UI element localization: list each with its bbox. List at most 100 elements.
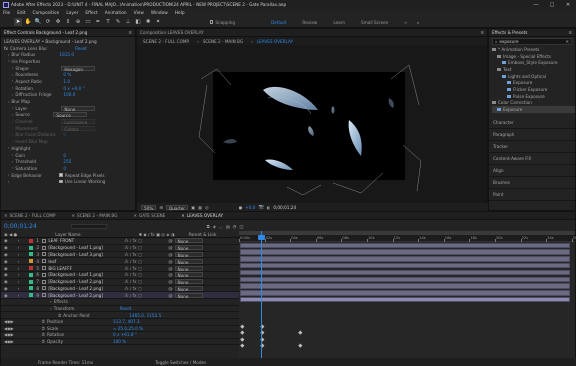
pickwhip-icon[interactable]: @ xyxy=(168,286,172,291)
close-tab-icon[interactable]: ✕ xyxy=(72,213,76,218)
eye-icon[interactable]: ◉ xyxy=(4,286,8,291)
current-timecode[interactable]: 0;00;01;24 xyxy=(4,223,37,230)
frame-blending-icon[interactable]: ▤ xyxy=(226,224,230,229)
effect-property-value[interactable]: 100.0 xyxy=(63,92,75,97)
menu-composition[interactable]: Composition xyxy=(33,11,60,16)
close-tab-icon[interactable]: ✕ xyxy=(133,213,137,218)
parent-dropdown[interactable]: None xyxy=(174,251,203,258)
layer-row[interactable]: ◉ › 9 [Background - Leaf 2.png] ⁂ ∕ fx ▢ @ Non… xyxy=(1,292,239,300)
layer-row[interactable]: ◉ › 3 [Background - Leaf 3.png] ⁂ ∕ fx ▢ @ Non… xyxy=(1,251,239,259)
clear-search-icon[interactable]: ✕ xyxy=(565,39,569,44)
keyframe-nav-icon[interactable]: ◀◆▶ xyxy=(4,326,14,331)
disclosure-triangle-icon[interactable]: › xyxy=(12,113,13,117)
layer-name[interactable]: [Background - Leaf 1.png] xyxy=(48,272,108,277)
disclosure-triangle-icon[interactable]: › xyxy=(8,173,9,177)
preset-tree-item[interactable]: * Animation Presets xyxy=(492,46,575,53)
transparency-grid-icon[interactable]: ▦ xyxy=(198,205,202,210)
expand-layer-icon[interactable]: › xyxy=(18,266,20,271)
layer-switches[interactable]: ⁂ ∕ fx ▢ xyxy=(124,252,164,257)
pickwhip-icon[interactable]: @ xyxy=(168,238,172,243)
layer-duration-bar[interactable] xyxy=(240,249,570,255)
eye-icon[interactable]: ◉ xyxy=(4,245,8,250)
label-color-swatch[interactable] xyxy=(29,259,34,264)
panel-brushes[interactable]: Brushes xyxy=(489,177,575,189)
hand-tool-icon[interactable]: ✋ xyxy=(24,18,32,26)
comp-tab-full-comp[interactable]: SCENE 2 - FULL COMP xyxy=(143,39,189,44)
expand-layer-icon[interactable]: › xyxy=(18,238,20,243)
transform-property-value[interactable]: 1465.0, 1152.5 xyxy=(129,313,161,318)
label-color-swatch[interactable] xyxy=(29,252,34,257)
parent-dropdown[interactable]: None xyxy=(174,265,203,272)
panel-paint[interactable]: Paint xyxy=(489,189,575,201)
effect-property-value[interactable]: 0 x +0.0 ° xyxy=(63,86,84,91)
draft-3d-icon[interactable]: ◈ xyxy=(213,224,216,229)
region-icon[interactable]: ▣ xyxy=(191,205,195,210)
expand-layer-icon[interactable]: › xyxy=(18,272,20,277)
disclosure-triangle-icon[interactable]: › xyxy=(12,86,13,90)
expand-layer-icon[interactable]: › xyxy=(18,245,20,250)
stopwatch-icon[interactable]: › xyxy=(50,306,52,311)
transform-property-value[interactable]: ∞ 25.0,25.0 % xyxy=(113,326,143,331)
selection-tool-icon[interactable]: ➤ xyxy=(14,18,22,26)
eye-icon[interactable]: ◉ xyxy=(4,238,8,243)
layer-switches[interactable]: ⁂ ∕ fx ▢ xyxy=(124,286,164,291)
tab-effects-presets[interactable]: Effects & Presets xyxy=(492,30,527,35)
disclosure-triangle-icon[interactable]: › xyxy=(8,180,9,184)
stopwatch-icon[interactable]: › xyxy=(50,299,52,304)
graph-editor-icon[interactable]: ◫ xyxy=(239,224,243,229)
disclosure-triangle-icon[interactable]: › xyxy=(8,146,9,150)
layer-duration-bar[interactable] xyxy=(240,283,570,289)
keyframe-marker[interactable] xyxy=(240,330,245,335)
panel-align[interactable]: Align xyxy=(489,165,575,177)
maximize-button[interactable]: □ xyxy=(544,0,560,9)
preset-tree-item[interactable]: Image - Special Effects xyxy=(492,53,575,60)
stopwatch-icon[interactable]: ⏱ xyxy=(42,332,45,337)
pickwhip-icon[interactable]: @ xyxy=(168,252,172,257)
disclosure-triangle-icon[interactable]: › xyxy=(12,153,13,157)
viewer-timecode[interactable]: 0;00;01;24 xyxy=(273,205,296,210)
expand-layer-icon[interactable]: › xyxy=(18,259,20,264)
parent-dropdown[interactable]: None xyxy=(174,285,203,292)
pen-tool-icon[interactable]: ✒ xyxy=(94,18,102,26)
transform-property-value[interactable]: Reset xyxy=(120,306,132,311)
eraser-tool-icon[interactable]: ◧ xyxy=(134,18,142,26)
workspace-learn[interactable]: Learn xyxy=(333,20,345,25)
disclosure-triangle-icon[interactable]: › xyxy=(12,140,13,144)
effect-name[interactable]: Camera Lens Blur xyxy=(10,46,47,51)
layer-row[interactable]: ◉ › 7 [Background - Leaf 2.png] ⁂ ∕ fx ▢ @ Non… xyxy=(1,279,239,286)
disclosure-triangle-icon[interactable]: › xyxy=(12,66,13,70)
color-channel-icon[interactable]: ● xyxy=(239,205,243,210)
menu-help[interactable]: Help xyxy=(175,11,185,16)
workspace-review[interactable]: Review xyxy=(302,20,317,25)
pickwhip-icon[interactable]: @ xyxy=(168,245,172,250)
panel-menu-icon[interactable]: ≡ xyxy=(568,30,572,35)
parent-dropdown[interactable]: None xyxy=(174,245,203,251)
disclosure-triangle-icon[interactable]: › xyxy=(12,133,13,137)
layer-duration-bar[interactable] xyxy=(240,276,570,282)
preset-tree-item[interactable]: Text xyxy=(492,66,575,73)
expand-layer-icon[interactable]: › xyxy=(18,286,20,291)
label-color-swatch[interactable] xyxy=(29,286,34,291)
reset-link[interactable]: Reset xyxy=(75,46,87,51)
brush-tool-icon[interactable]: ✎ xyxy=(114,18,122,26)
eye-icon[interactable]: ◉ xyxy=(4,293,8,298)
pickwhip-icon[interactable]: @ xyxy=(168,272,172,277)
menu-edit[interactable]: Edit xyxy=(17,11,25,16)
stopwatch-icon[interactable]: ⏱ xyxy=(58,313,61,318)
menu-window[interactable]: Window xyxy=(151,11,168,16)
preset-tree-item[interactable]: Pulse Exposure xyxy=(492,93,575,100)
mask-visibility-icon[interactable]: ◎ xyxy=(205,205,209,210)
close-tab-icon[interactable]: ✕ xyxy=(4,213,8,218)
preset-tree-item[interactable]: Flicker Exposure xyxy=(492,86,575,93)
clone-stamp-icon[interactable]: ⊥ xyxy=(124,18,132,26)
layer-switches[interactable]: ⁂ ∕ fx ▢ xyxy=(124,272,164,277)
label-color-swatch[interactable] xyxy=(29,245,34,250)
effects-search-field[interactable]: ⌕ exposure ✕ xyxy=(492,38,572,45)
expand-layer-icon[interactable]: › xyxy=(18,279,20,284)
pan-behind-icon[interactable]: ⊕ xyxy=(74,18,82,26)
keyframe-marker[interactable] xyxy=(240,323,245,328)
keyframe-nav-icon[interactable]: ◀◆▶ xyxy=(4,332,14,337)
layer-row[interactable]: ◉ › 1 LEAF FRONT ⁂ ∕ fx ▢ @ None xyxy=(1,238,239,245)
effect-property-dropdown[interactable]: Hexagon xyxy=(61,65,96,72)
minimize-button[interactable]: — xyxy=(528,0,544,9)
